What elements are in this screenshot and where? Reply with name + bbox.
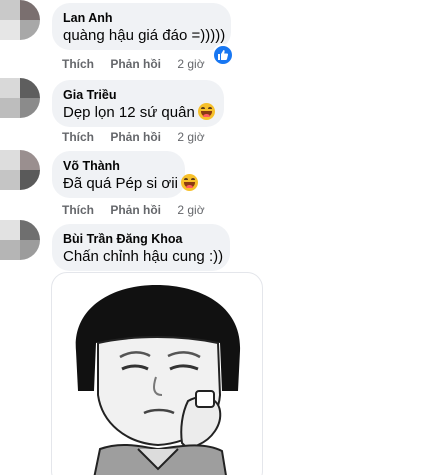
comment-timestamp[interactable]: 2 giờ (177, 130, 204, 144)
comment-author[interactable]: Võ Thành (63, 158, 173, 174)
reply-button[interactable]: Phản hồi (110, 203, 161, 217)
comment-thread: Lan Anh quàng hậu giá đáo =))))) Thích P… (0, 0, 433, 475)
avatar[interactable] (0, 78, 40, 118)
comment-actions: Thích Phản hồi 2 giờ (62, 129, 205, 145)
like-icon[interactable] (212, 44, 234, 66)
like-button[interactable]: Thích (62, 57, 94, 71)
comment-text: quàng hậu giá đáo =))))) (63, 27, 226, 44)
comment-actions: Thích Phản hồi 2 giờ (62, 202, 205, 218)
comment-bubble: Lan Anh quàng hậu giá đáo =))))) (52, 3, 231, 50)
laughing-emoji-icon (180, 174, 198, 191)
laughing-emoji-icon (197, 103, 215, 120)
comment-bubble: Gia Triều Dẹp lọn 12 sứ quân (52, 80, 224, 127)
comment-author[interactable]: Lan Anh (63, 10, 219, 26)
comment-author[interactable]: Bùi Trần Đăng Khoa (63, 231, 218, 247)
like-button[interactable]: Thích (62, 203, 94, 217)
reply-button[interactable]: Phản hồi (110, 57, 161, 71)
comment-text: Đã quá Pép si ơii (63, 175, 178, 192)
meme-face-drawing (75, 285, 241, 475)
avatar[interactable] (0, 0, 40, 40)
comment-timestamp[interactable]: 2 giờ (177, 203, 204, 217)
like-button[interactable]: Thích (62, 130, 94, 144)
comment-bubble: Bùi Trần Đăng Khoa Chấn chỉnh hậu cung :… (52, 224, 230, 271)
reply-button[interactable]: Phản hồi (110, 130, 161, 144)
avatar[interactable] (0, 150, 40, 190)
comment-actions: Thích Phản hồi 2 giờ (62, 56, 205, 72)
comment-text: Chấn chỉnh hậu cung :)) (63, 248, 224, 265)
avatar[interactable] (0, 220, 40, 260)
comment-bubble: Võ Thành Đã quá Pép si ơii (52, 151, 198, 198)
comment-author[interactable]: Gia Triều (63, 87, 212, 103)
comment-timestamp[interactable]: 2 giờ (177, 57, 204, 71)
comment-text: Dẹp lọn 12 sứ quân (63, 104, 195, 121)
meme-sticker-image[interactable] (51, 272, 263, 475)
